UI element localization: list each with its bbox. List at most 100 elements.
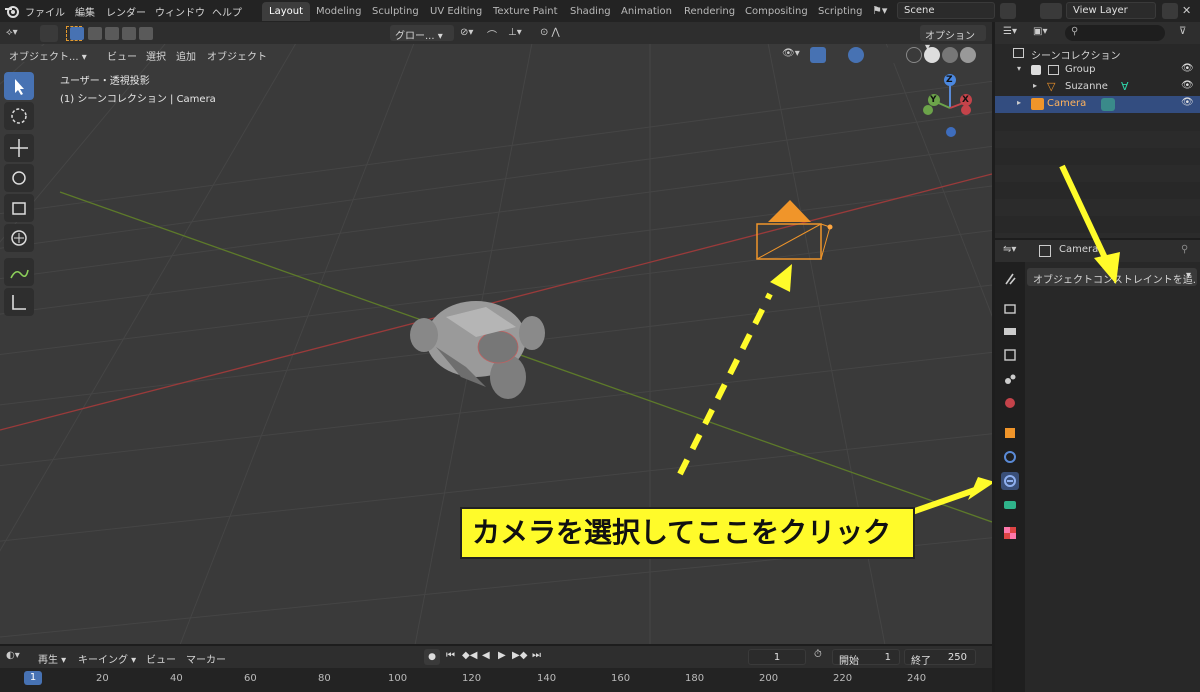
display-mode-icon[interactable]: ▣▾ <box>1033 26 1047 37</box>
next-keyframe-icon[interactable]: ▶◆ <box>512 650 527 661</box>
menu-select[interactable]: 選択 <box>141 46 171 63</box>
expand-arrow-icon[interactable]: ▸ <box>1017 98 1021 107</box>
menu-file[interactable]: ファイル <box>25 4 65 19</box>
scene-tab-icon[interactable] <box>1001 370 1019 388</box>
view-layer-icon[interactable] <box>1040 3 1062 19</box>
jump-start-icon[interactable]: ⏮ <box>446 650 455 661</box>
menu-window[interactable]: ウィンドウ <box>155 4 205 19</box>
texture-tab-icon[interactable] <box>1001 524 1019 542</box>
remove-view-layer-icon[interactable]: ✕ <box>1182 4 1191 17</box>
move-tool-icon[interactable] <box>4 134 34 162</box>
editor-type-icon[interactable]: ⟡▾ <box>6 27 18 38</box>
scene-collection-row[interactable]: シーンコレクション <box>995 45 1200 62</box>
outliner-editor-icon[interactable]: ☰▾ <box>1003 26 1017 37</box>
tab-sculpting[interactable]: Sculpting <box>365 2 426 21</box>
tab-layout[interactable]: Layout <box>262 2 310 21</box>
eye-icon[interactable]: 👁 <box>1181 80 1194 91</box>
snap-target-icon[interactable]: ⊥▾ <box>508 27 522 38</box>
shading-rendered-icon[interactable] <box>960 47 976 63</box>
tab-shading[interactable]: Shading <box>563 2 618 21</box>
play-icon[interactable]: ▶ <box>498 650 506 661</box>
new-view-layer-icon[interactable] <box>1162 3 1178 19</box>
proportional-edit-icon[interactable]: ⊙ ⋀ <box>540 27 560 38</box>
prev-keyframe-icon[interactable]: ◆◀ <box>462 650 477 661</box>
shading-material-icon[interactable] <box>942 47 958 63</box>
stopwatch-icon[interactable]: ⏱ <box>814 649 822 660</box>
jump-end-icon[interactable]: ⏭ <box>532 650 541 661</box>
select-box-tool-icon[interactable] <box>4 72 34 100</box>
scene-name-field[interactable]: Scene <box>897 2 995 19</box>
select-box-invert-icon[interactable] <box>122 27 136 40</box>
output-tab-icon[interactable] <box>1001 322 1019 340</box>
annotate-tool-icon[interactable] <box>4 258 34 286</box>
eye-icon[interactable]: 👁 <box>1181 97 1194 108</box>
tab-compositing[interactable]: Compositing <box>738 2 815 21</box>
blender-logo-icon[interactable] <box>4 3 20 19</box>
outliner-item-camera[interactable]: ▸ Camera 👁 <box>995 96 1200 113</box>
select-box-extend-icon[interactable] <box>88 27 102 40</box>
new-scene-icon[interactable] <box>1000 3 1016 19</box>
snap-icon[interactable]: ⌒ <box>487 27 497 42</box>
object-tab-icon[interactable] <box>1001 424 1019 442</box>
menu-keying[interactable]: キーイング ▾ <box>78 651 136 666</box>
outliner-item-suzanne[interactable]: ▸ ▽ Suzanne ∀ 👁 <box>995 79 1200 96</box>
shading-wireframe-icon[interactable] <box>906 47 922 63</box>
outliner-item-group[interactable]: ▾ Group 👁 <box>995 62 1200 79</box>
menu-add[interactable]: 追加 <box>171 46 201 63</box>
select-box-set-icon[interactable] <box>70 27 84 40</box>
pin-icon[interactable]: ⚲ <box>1181 244 1188 255</box>
menu-render[interactable]: レンダー <box>106 4 146 19</box>
end-frame-field[interactable]: 終了 250 <box>904 649 976 667</box>
menu-timeline-view[interactable]: ビュー <box>146 651 176 666</box>
tab-animation[interactable]: Animation <box>614 2 679 21</box>
tab-modeling[interactable]: Modeling <box>309 2 369 21</box>
transform-tool-icon[interactable] <box>4 224 34 252</box>
object-data-tab-icon[interactable] <box>1001 496 1019 514</box>
menu-view[interactable]: ビュー <box>102 46 142 63</box>
select-tool-icon[interactable] <box>40 25 58 42</box>
measure-tool-icon[interactable] <box>4 288 34 316</box>
expand-arrow-icon[interactable]: ▾ <box>1017 64 1021 73</box>
overlay-toggle-icon[interactable] <box>848 47 864 63</box>
filter-icon[interactable]: ⊽ <box>1179 26 1186 37</box>
expand-arrow-icon[interactable]: ▸ <box>1033 81 1037 90</box>
pivot-icon[interactable]: ⊘▾ <box>460 27 473 38</box>
tab-scripting[interactable]: Scripting <box>811 2 869 21</box>
record-icon[interactable]: ● <box>424 649 440 665</box>
menu-help[interactable]: ヘルプ <box>212 4 242 19</box>
select-box-intersect-icon[interactable] <box>139 27 153 40</box>
view-layer-field[interactable]: View Layer <box>1066 2 1156 19</box>
tool-tab-icon[interactable] <box>1001 270 1019 288</box>
properties-editor-icon[interactable]: ⇋▾ <box>1003 244 1016 255</box>
world-tab-icon[interactable] <box>1001 394 1019 412</box>
xray-icon[interactable] <box>886 47 902 63</box>
playhead[interactable]: 1 <box>24 671 42 685</box>
timeline-editor-icon[interactable]: ◐▾ <box>6 650 20 661</box>
gizmo-toggle-icon[interactable] <box>810 47 826 63</box>
3d-viewport[interactable]: ⟡▾ グロー... ▾ ⊘▾ ⌒ ⊥▾ ⊙ ⋀ オプション ▾ オブジェクト..… <box>0 22 992 644</box>
menu-marker[interactable]: マーカー <box>186 651 226 666</box>
scale-tool-icon[interactable] <box>4 194 34 222</box>
rotate-tool-icon[interactable] <box>4 164 34 192</box>
tab-uv-editing[interactable]: UV Editing <box>423 2 489 21</box>
menu-edit[interactable]: 編集 <box>75 4 95 19</box>
transform-orientation-dropdown[interactable]: グロー... ▾ <box>390 25 454 42</box>
object-mode-dropdown[interactable]: オブジェクト... ▾ <box>4 46 94 63</box>
visibility-icon[interactable]: 👁▾ <box>782 48 800 59</box>
shading-solid-icon[interactable] <box>924 47 940 63</box>
current-frame-field[interactable]: 1 <box>748 649 806 665</box>
menu-object[interactable]: オブジェクト <box>202 46 272 63</box>
menu-playback[interactable]: 再生 ▾ <box>38 651 66 666</box>
cursor-tool-icon[interactable] <box>4 102 34 130</box>
play-reverse-icon[interactable]: ◀ <box>482 650 490 661</box>
render-tab-icon[interactable] <box>1001 300 1019 318</box>
view-layer-tab-icon[interactable] <box>1001 346 1019 364</box>
select-box-subtract-icon[interactable] <box>105 27 119 40</box>
search-input[interactable]: ⚲ <box>1065 25 1165 41</box>
physics-tab-icon[interactable] <box>1001 448 1019 466</box>
tab-texture-paint[interactable]: Texture Paint <box>486 2 565 21</box>
tab-rendering[interactable]: Rendering <box>677 2 742 21</box>
eye-icon[interactable]: 👁 <box>1181 63 1194 74</box>
options-dropdown[interactable]: オプション ▾ <box>920 25 986 53</box>
object-constraint-tab-icon[interactable] <box>1001 472 1019 490</box>
